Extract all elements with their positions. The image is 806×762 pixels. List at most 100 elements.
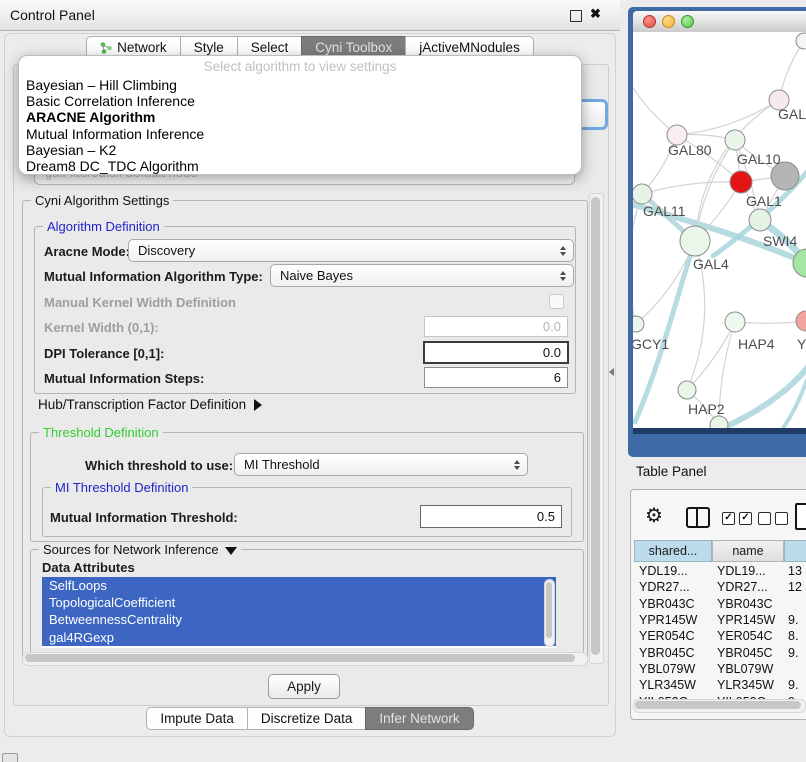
apply-button[interactable]: Apply	[268, 674, 340, 699]
network-icon	[100, 41, 112, 54]
table-cell: YLR345W	[712, 678, 784, 692]
node-hap4[interactable]	[725, 312, 745, 332]
tab-label: Impute Data	[160, 711, 234, 726]
node-gal11[interactable]	[633, 184, 652, 204]
node-label: GAL	[778, 106, 806, 122]
tab-label: Cyni Toolbox	[315, 40, 392, 55]
header-label: shared...	[649, 544, 698, 558]
network-edge[interactable]	[633, 72, 677, 135]
mi-steps-field[interactable]: 6	[424, 367, 568, 388]
mi-threshold-field[interactable]: 0.5	[420, 505, 562, 528]
group-title: Cyni Algorithm Settings	[31, 193, 173, 208]
tab-label: jActiveMNodules	[419, 40, 520, 55]
columns-icon[interactable]	[686, 507, 710, 528]
network-canvas[interactable]: GALGAL80GAL10GAL1GAL11SWI4GAL4GCY1HAP4YH…	[633, 32, 806, 428]
expand-arrow-icon	[254, 399, 262, 411]
corner-widget-icon[interactable]	[2, 753, 18, 762]
node-red[interactable]	[730, 171, 752, 193]
table-cell: 8.	[784, 629, 806, 643]
dropdown-item-aracne-algorithm[interactable]: ARACNE Algorithm	[26, 109, 574, 125]
screen: Control Panel ✖ NetworkStyleSelectCyni T…	[0, 0, 806, 762]
data-attributes-list[interactable]: SelfLoopsTopologicalCoefficientBetweenne…	[42, 577, 556, 648]
list-item-topologicalcoefficient[interactable]: TopologicalCoefficient	[42, 594, 556, 611]
document-icon[interactable]	[795, 503, 806, 530]
scrollbar-thumb[interactable]	[546, 582, 552, 638]
panel-collapse-arrow[interactable]	[609, 368, 614, 376]
tab-discretize-data[interactable]: Discretize Data	[247, 707, 367, 730]
dropdown-item-mutual-information-inference[interactable]: Mutual Information Inference	[26, 126, 574, 142]
list-item-gal4rgexp[interactable]: gal4RGexp	[42, 629, 556, 646]
table-cell: YLR345W	[634, 678, 712, 692]
dropdown-items: Bayesian – Hill ClimbingBasic Correlatio…	[26, 77, 574, 174]
which-threshold-label: Which threshold to use:	[85, 458, 233, 473]
group-title: Algorithm Definition	[43, 219, 164, 234]
node-label: Y	[797, 336, 806, 352]
table-row[interactable]: YLR345WYLR345W9.	[634, 677, 806, 693]
column-header-partial[interactable]	[784, 540, 806, 562]
close-window-button[interactable]	[643, 15, 656, 28]
column-header-name[interactable]: name	[712, 540, 784, 562]
scrollbar-thumb[interactable]	[635, 701, 801, 709]
field-value: 0.0	[543, 345, 561, 360]
mi-type-combobox[interactable]: Naive Bayes	[270, 264, 574, 287]
kernel-width-field[interactable]: 0.0	[424, 316, 568, 337]
list-vertical-scrollbar[interactable]	[544, 579, 555, 647]
table-horizontal-scrollbar[interactable]	[633, 699, 806, 713]
node-gal10[interactable]	[725, 130, 745, 150]
network-edge[interactable]	[633, 194, 642, 324]
node-salmon[interactable]	[796, 311, 806, 331]
vertical-scrollbar[interactable]	[589, 193, 604, 664]
table-cell: YBL079W	[712, 662, 784, 676]
dropdown-item-dream8-dc-tdc-algorithm[interactable]: Dream8 DC_TDC Algorithm	[26, 158, 574, 174]
network-edge[interactable]	[723, 368, 806, 428]
dropdown-item-basic-correlation-inference[interactable]: Basic Correlation Inference	[26, 93, 574, 109]
table-row[interactable]: YER054CYER054C8.	[634, 628, 806, 644]
network-edge[interactable]	[735, 321, 806, 323]
network-edge[interactable]	[687, 322, 735, 390]
table-row[interactable]: YBR043CYBR043C	[634, 596, 806, 612]
unchecked-columns-icon[interactable]	[758, 512, 792, 530]
table-row[interactable]: YDL19...YDL19...13	[634, 563, 806, 579]
table-cell: YDL19...	[712, 564, 784, 578]
scrollbar-thumb[interactable]	[25, 654, 575, 662]
combobox-value: MI Threshold	[244, 457, 320, 472]
float-panel-icon[interactable]	[570, 10, 582, 22]
scrollbar-thumb[interactable]	[591, 197, 600, 655]
hub-definition-expander[interactable]: Hub/Transcription Factor Definition	[38, 397, 262, 412]
node-label: GAL10	[737, 151, 781, 167]
checked-columns-icon[interactable]: ✓✓	[722, 512, 756, 530]
network-edge[interactable]	[642, 182, 741, 194]
node-gcy1[interactable]	[633, 316, 644, 332]
column-header-shared-name[interactable]: shared...	[634, 540, 712, 562]
node-top-right-partial[interactable]	[796, 33, 806, 49]
zoom-window-button[interactable]	[681, 15, 694, 28]
network-edge[interactable]	[677, 100, 779, 135]
list-item-selfloops[interactable]: SelfLoops	[42, 577, 556, 594]
bottom-tab-bar: Impute Data Discretize DataInfer Network	[0, 707, 620, 730]
dropdown-item-bayesian-k2[interactable]: Bayesian – K2	[26, 142, 574, 158]
sources-title[interactable]: Sources for Network Inference	[39, 542, 241, 557]
table-row[interactable]: YBR045CYBR045C9.	[634, 644, 806, 660]
node-bottom[interactable]	[710, 416, 728, 428]
list-item-betweennesscentrality[interactable]: BetweennessCentrality	[42, 611, 556, 628]
dpi-tolerance-field[interactable]: 0.0	[423, 341, 569, 364]
node-swi4[interactable]	[749, 209, 771, 231]
table-row[interactable]: YBL079WYBL079W	[634, 661, 806, 677]
table-row[interactable]: YPR145WYPR145W9.	[634, 612, 806, 628]
dropdown-item-bayesian-hill-climbing[interactable]: Bayesian – Hill Climbing	[26, 77, 574, 93]
node-gal4[interactable]	[680, 226, 710, 256]
checkbox-empty-icon	[775, 512, 788, 525]
minimize-window-button[interactable]	[662, 15, 675, 28]
node-label: HAP4	[738, 336, 775, 352]
table-row[interactable]: YDR27...YDR27...12	[634, 579, 806, 595]
hub-definition-label: Hub/Transcription Factor Definition	[38, 397, 246, 412]
gear-icon[interactable]: ⚙	[645, 503, 663, 528]
tab-impute-data[interactable]: Impute Data	[146, 707, 248, 730]
close-panel-icon[interactable]: ✖	[590, 6, 601, 22]
horizontal-scrollbar[interactable]	[22, 652, 588, 666]
node-hap2[interactable]	[678, 381, 696, 399]
manual-kernel-checkbox[interactable]	[549, 294, 564, 309]
tab-infer-network[interactable]: Infer Network	[365, 707, 473, 730]
which-threshold-combobox[interactable]: MI Threshold	[234, 453, 528, 476]
aracne-mode-combobox[interactable]: Discovery	[128, 239, 574, 262]
